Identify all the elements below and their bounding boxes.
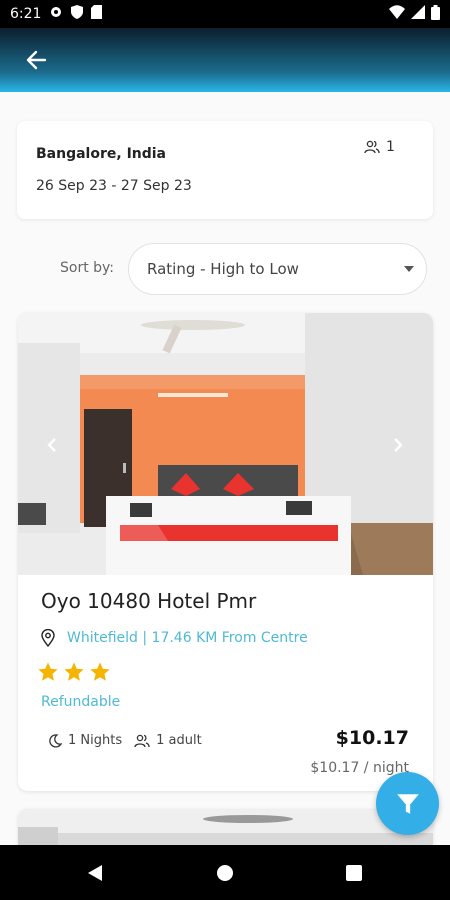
map-pin-icon xyxy=(41,629,55,647)
shield-icon xyxy=(71,5,84,23)
sort-label: Sort by: xyxy=(60,260,115,276)
guest-count: 1 xyxy=(364,139,395,155)
hotel-photo[interactable] xyxy=(18,313,433,575)
status-time: 6:21 xyxy=(10,6,42,22)
city-label: Bangalore, India xyxy=(36,146,167,162)
star-icon xyxy=(38,662,58,681)
filter-icon xyxy=(396,793,419,814)
refund-badge: Refundable xyxy=(41,694,121,710)
wifi-icon xyxy=(389,5,405,23)
nav-home-button[interactable] xyxy=(214,862,236,884)
square-recents-icon xyxy=(346,865,362,881)
hotel-name[interactable]: Oyo 10480 Hotel Pmr xyxy=(41,589,256,613)
star-icon xyxy=(90,662,110,681)
star-icon xyxy=(64,662,84,681)
chevron-left-icon xyxy=(47,438,56,452)
system-navigation-bar xyxy=(0,845,450,900)
app-bar xyxy=(0,28,450,92)
stay-details: 1 Nights 1 adult xyxy=(48,733,202,748)
moon-icon xyxy=(49,733,62,748)
gear-icon xyxy=(49,5,63,23)
previous-image-button[interactable] xyxy=(40,433,64,457)
battery-icon xyxy=(431,4,440,24)
circle-home-icon xyxy=(217,865,233,881)
guest-count-value: 1 xyxy=(386,139,395,155)
back-button[interactable] xyxy=(22,46,50,74)
star-rating xyxy=(37,661,111,683)
nav-back-button[interactable] xyxy=(84,862,106,884)
location-text: Whitefield | 17.46 KM From Centre xyxy=(67,630,308,646)
status-bar: 6:21 xyxy=(0,0,450,28)
signal-icon xyxy=(411,5,425,23)
adults-count: 1 adult xyxy=(156,733,202,748)
sort-value: Rating - High to Low xyxy=(147,260,299,278)
date-range: 26 Sep 23 - 27 Sep 23 xyxy=(36,178,192,194)
people-icon xyxy=(364,140,380,154)
sd-card-icon xyxy=(91,5,103,23)
filter-button[interactable] xyxy=(376,772,439,835)
chevron-down-icon xyxy=(404,266,414,272)
people-icon xyxy=(134,734,150,747)
search-summary-card[interactable]: Bangalore, India 26 Sep 23 - 27 Sep 23 1 xyxy=(17,121,433,219)
hotel-location: Whitefield | 17.46 KM From Centre xyxy=(41,629,308,647)
sort-dropdown[interactable]: Rating - High to Low xyxy=(128,243,427,295)
nav-recents-button[interactable] xyxy=(343,862,365,884)
arrow-left-icon xyxy=(26,50,47,70)
hotel-card[interactable]: Oyo 10480 Hotel Pmr Whitefield | 17.46 K… xyxy=(18,313,433,791)
nights-count: 1 Nights xyxy=(68,733,123,748)
triangle-back-icon xyxy=(88,865,102,881)
chevron-right-icon xyxy=(394,438,403,452)
total-price: $10.17 xyxy=(335,727,409,749)
next-image-button[interactable] xyxy=(386,433,410,457)
